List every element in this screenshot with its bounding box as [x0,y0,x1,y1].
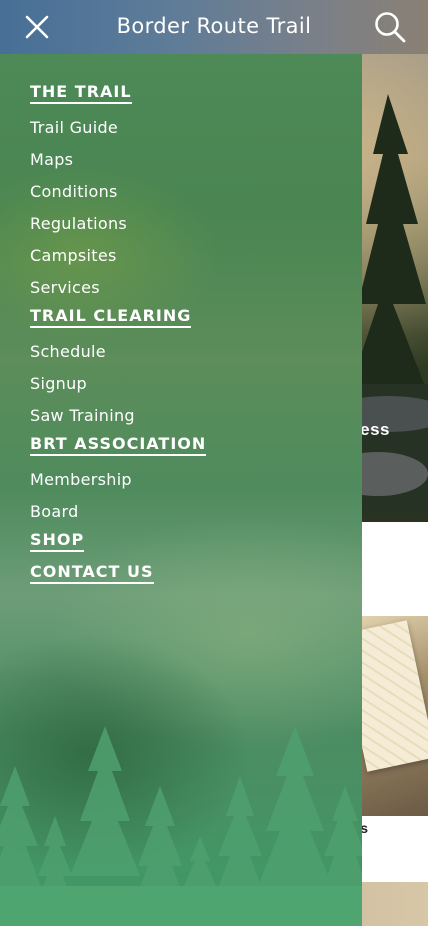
top-header: Border Route Trail [0,0,428,54]
app-page: Border Route Trail ess s THE TRAIL Trail… [0,0,428,926]
nav-section-contact-us: CONTACT US [30,560,330,592]
nav-item-schedule[interactable]: Schedule [30,336,330,368]
nav-item-saw-training[interactable]: Saw Training [30,400,330,432]
nav-drawer: THE TRAIL Trail Guide Maps Conditions Re… [0,54,362,926]
search-icon[interactable] [372,9,408,45]
nav-item-trail-guide[interactable]: Trail Guide [30,112,330,144]
forest-illustration [0,726,362,926]
nav-section-title-contact-us[interactable]: CONTACT US [30,562,154,584]
nav-item-services[interactable]: Services [30,272,330,304]
nav-item-membership[interactable]: Membership [30,464,330,496]
nav-item-maps[interactable]: Maps [30,144,330,176]
nav-item-signup[interactable]: Signup [30,368,330,400]
drawer-nav: THE TRAIL Trail Guide Maps Conditions Re… [30,80,330,592]
nav-item-board[interactable]: Board [30,496,330,528]
nav-item-campsites[interactable]: Campsites [30,240,330,272]
site-title[interactable]: Border Route Trail [0,14,428,38]
nav-section-title-the-trail[interactable]: THE TRAIL [30,82,132,104]
nav-section-title-brt-association[interactable]: BRT ASSOCIATION [30,434,207,456]
nav-item-conditions[interactable]: Conditions [30,176,330,208]
nav-item-regulations[interactable]: Regulations [30,208,330,240]
nav-section-the-trail: THE TRAIL [30,80,330,112]
nav-section-trail-clearing: TRAIL CLEARING [30,304,330,336]
nav-section-shop: SHOP [30,528,330,560]
nav-section-title-trail-clearing[interactable]: TRAIL CLEARING [30,306,192,328]
nav-section-brt-association: BRT ASSOCIATION [30,432,330,464]
nav-section-title-shop[interactable]: SHOP [30,530,85,552]
